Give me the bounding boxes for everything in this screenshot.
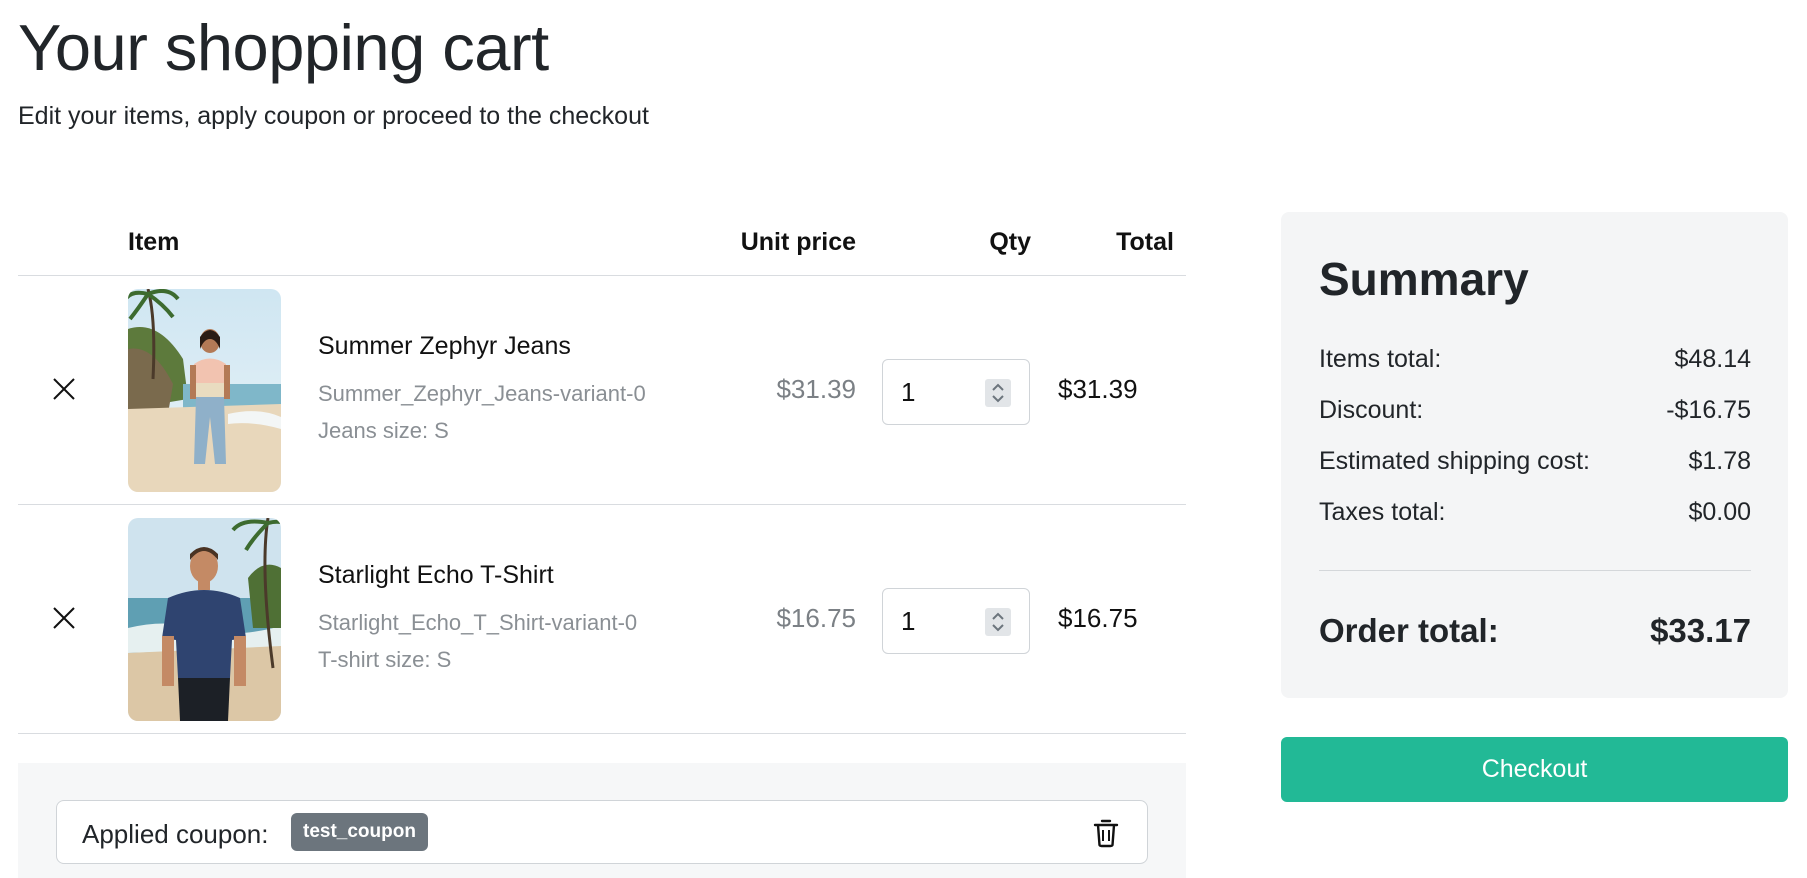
unit-price: $16.75 (776, 603, 856, 633)
order-total-label: Order total: (1319, 612, 1499, 649)
woman-on-beach-photo (128, 289, 281, 492)
cart-table: Item Unit price Qty Total Summer Zephyr … (18, 212, 1186, 734)
header-total: Total (1116, 228, 1174, 256)
product-name[interactable]: Summer Zephyr Jeans (318, 332, 571, 361)
product-variant: Summer_Zephyr_Jeans-variant-0 (318, 381, 646, 406)
header-item: Item (128, 228, 180, 256)
quantity-value[interactable]: 1 (901, 606, 915, 637)
quantity-input[interactable]: 1 (882, 588, 1030, 654)
page-title: Your shopping cart (18, 11, 549, 84)
close-icon (53, 607, 75, 629)
summary-value: $0.00 (1688, 498, 1751, 526)
summary-label: Items total: (1319, 345, 1442, 373)
quantity-input[interactable]: 1 (882, 359, 1030, 425)
cart-row: Summer Zephyr Jeans Summer_Zephyr_Jeans-… (18, 276, 1186, 505)
quantity-stepper[interactable] (985, 379, 1011, 407)
header-unit-price: Unit price (740, 228, 856, 256)
product-name[interactable]: Starlight Echo T-Shirt (318, 561, 554, 590)
close-icon (53, 378, 75, 400)
order-summary-panel: Summary Items total: $48.14 Discount: -$… (1281, 212, 1788, 698)
summary-value: $1.78 (1688, 447, 1751, 475)
checkout-button[interactable]: Checkout (1281, 737, 1788, 802)
remove-coupon-button[interactable] (1092, 818, 1120, 848)
summary-value: $48.14 (1674, 345, 1751, 373)
quantity-value[interactable]: 1 (901, 377, 915, 408)
order-total-value: $33.17 (1650, 612, 1751, 649)
quantity-stepper[interactable] (985, 608, 1011, 636)
page-subtitle: Edit your items, apply coupon or proceed… (18, 102, 649, 130)
cart-table-header: Item Unit price Qty Total (18, 212, 1186, 276)
row-total: $31.39 (1058, 374, 1138, 404)
summary-title: Summary (1319, 253, 1529, 305)
product-image[interactable] (128, 289, 281, 492)
summary-label: Discount: (1319, 396, 1424, 424)
summary-label: Taxes total: (1319, 498, 1446, 526)
cart-row: Starlight Echo T-Shirt Starlight_Echo_T_… (18, 505, 1186, 734)
stepper-arrows-icon (992, 383, 1004, 403)
trash-icon (1093, 819, 1119, 848)
product-size: Jeans size: S (318, 418, 449, 443)
summary-label: Estimated shipping cost: (1319, 447, 1590, 475)
product-image[interactable] (128, 518, 281, 721)
applied-coupon-box: Applied coupon: test_coupon (56, 800, 1148, 864)
summary-divider (1319, 570, 1751, 571)
coupon-label: Applied coupon: (82, 819, 269, 849)
man-on-beach-photo (128, 518, 281, 721)
coupon-section: Applied coupon: test_coupon (18, 763, 1186, 878)
coupon-code-badge: test_coupon (291, 813, 428, 851)
product-variant: Starlight_Echo_T_Shirt-variant-0 (318, 610, 638, 635)
product-size: T-shirt size: S (318, 647, 452, 672)
unit-price: $31.39 (776, 374, 856, 404)
remove-item-button[interactable] (48, 602, 80, 634)
header-qty: Qty (989, 228, 1031, 256)
remove-item-button[interactable] (48, 373, 80, 405)
row-total: $16.75 (1058, 603, 1138, 633)
summary-value: -$16.75 (1666, 396, 1751, 424)
stepper-arrows-icon (992, 612, 1004, 632)
